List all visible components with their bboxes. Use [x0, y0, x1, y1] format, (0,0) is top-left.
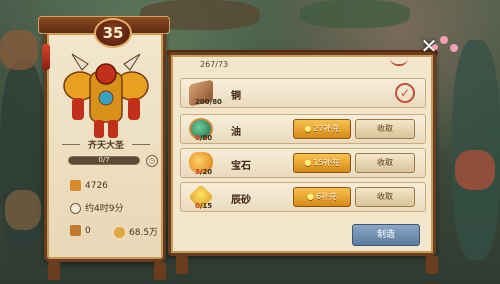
lantern-decoration	[42, 44, 50, 70]
item-name: 油	[231, 127, 241, 138]
power-icon	[70, 180, 81, 191]
coin-value: 68.5万	[129, 228, 159, 238]
collect-button[interactable]: 收取	[355, 153, 415, 173]
material-row-copper: 200/80 铜 ✓	[180, 78, 426, 108]
material-row-oil: 0/80 油 ● 27补充 收取	[180, 114, 426, 144]
coin-icon	[114, 227, 125, 238]
chest-value: 0	[85, 226, 91, 236]
level-badge: 35	[94, 18, 132, 48]
hero-name: 齐天大圣	[52, 138, 160, 152]
chest-stat: 0	[70, 225, 91, 236]
hero-portrait[interactable]	[52, 50, 160, 142]
item-name: 铜	[231, 91, 241, 102]
clock-icon	[70, 203, 81, 214]
item-name: 辰砂	[231, 195, 251, 206]
check-icon: ✓	[395, 83, 415, 103]
progress-text: 0/7	[98, 156, 110, 164]
armor-icon	[63, 53, 149, 138]
blossom-decoration	[450, 44, 458, 52]
frame-stand	[154, 262, 166, 280]
item-qty: 0/80	[195, 134, 213, 142]
item-qty: 3/20	[195, 168, 213, 176]
blossom-decoration	[432, 44, 438, 50]
prev-item-qty: 267/73	[200, 60, 229, 69]
coin-icon: ●	[304, 158, 312, 167]
coin-icon: ●	[304, 124, 312, 133]
power-stat: 4726	[70, 180, 108, 191]
material-row-cinnabar: 0/15 辰砂 ● 6补充 收取	[180, 182, 426, 212]
refill-button[interactable]: ● 15补充	[293, 153, 351, 173]
time-stat: 约4时9分	[70, 201, 123, 214]
coin-stat: 68.5万	[114, 225, 158, 238]
frame-stand	[48, 262, 60, 280]
power-value: 4726	[85, 181, 108, 191]
coin-icon: ●	[306, 192, 314, 201]
chest-icon	[70, 225, 81, 236]
clock-icon[interactable]: ◷	[146, 155, 158, 167]
collect-button[interactable]: 收取	[355, 187, 415, 207]
make-button[interactable]: 制造	[352, 224, 420, 246]
refill-button[interactable]: ● 27补充	[293, 119, 351, 139]
frame-stand	[176, 256, 188, 274]
item-name: 宝石	[231, 161, 251, 172]
blossom-decoration	[440, 36, 448, 44]
frame-stand	[426, 256, 438, 274]
material-row-gem: 3/20 宝石 ● 15补充 收取	[180, 148, 426, 178]
collect-button[interactable]: 收取	[355, 119, 415, 139]
refill-button[interactable]: ● 6补充	[293, 187, 351, 207]
hero-progress-bar: 0/7	[68, 156, 140, 165]
time-value: 约4时9分	[85, 204, 124, 214]
item-qty: 0/15	[195, 202, 213, 210]
item-qty: 200/80	[195, 98, 222, 106]
